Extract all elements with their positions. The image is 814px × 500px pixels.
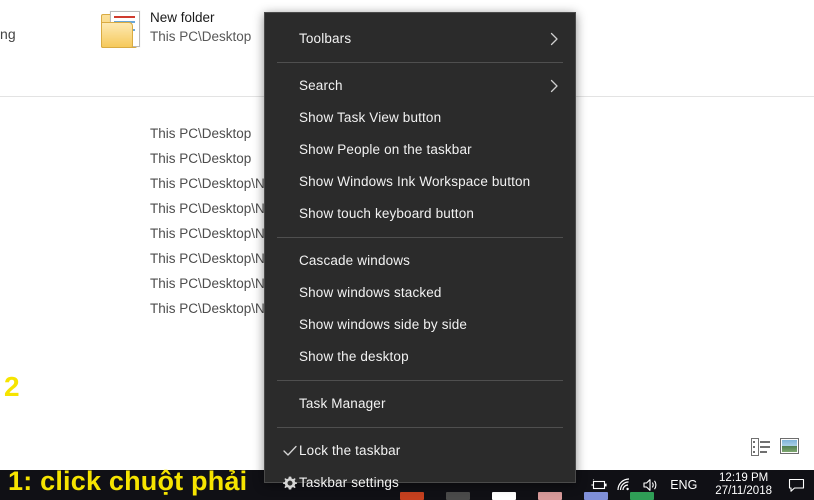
result-path-row[interactable]: This PC\Desktop [150,121,279,146]
folder-item-path: This PC\Desktop [150,29,252,44]
result-path-row[interactable]: This PC\Desktop\Nev [150,221,279,246]
clock[interactable]: 12:19 PM 27/11/2018 [705,472,782,498]
menu-item-search[interactable]: Search [265,70,575,102]
check-icon [280,435,300,467]
menu-item-label: Show Task View button [299,110,442,125]
menu-item-taskbar-settings[interactable]: Taskbar settings [265,467,575,499]
result-path-row[interactable]: This PC\Desktop\Nev [150,296,279,321]
result-path-list: This PC\Desktop This PC\Desktop This PC\De… [150,121,279,321]
menu-item-label: Lock the taskbar [299,443,401,458]
notification-icon[interactable] [782,470,810,500]
menu-separator [277,62,563,63]
menu-item-task-manager[interactable]: Task Manager [265,388,575,420]
menu-item-label: Show touch keyboard button [299,206,475,221]
annotation-step-2: 2 [4,371,20,402]
menu-item-show-windows-side-by-side[interactable]: Show windows side by side [265,309,575,341]
menu-item-label: Show Windows Ink Workspace button [299,174,531,189]
result-path-row[interactable]: This PC\Desktop\Nev [150,171,279,196]
menu-item-show-people-on-the-taskbar[interactable]: Show People on the taskbar [265,134,575,166]
menu-item-label: Task Manager [299,396,386,411]
folder-item-name: New folder [150,10,215,25]
language-indicator[interactable]: ENG [664,478,705,492]
menu-item-label: Show People on the taskbar [299,142,472,157]
folder-icon [100,8,142,48]
menu-item-show-task-view-button[interactable]: Show Task View button [265,102,575,134]
result-path-row[interactable]: This PC\Desktop\Nev [150,271,279,296]
menu-item-label: Show windows side by side [299,317,468,332]
menu-item-show-windows-ink-workspace-button[interactable]: Show Windows Ink Workspace button [265,166,575,198]
menu-item-cascade-windows[interactable]: Cascade windows [265,245,575,277]
result-path-row[interactable]: This PC\Desktop\Nev [150,196,279,221]
system-tray: ENG 12:19 PM 27/11/2018 [586,470,810,500]
clock-date: 27/11/2018 [715,485,772,497]
menu-item-label: Toolbars [299,31,352,46]
menu-item-show-the-desktop[interactable]: Show the desktop [265,341,575,373]
large-icons-view-icon[interactable] [780,437,800,455]
menu-item-label: Taskbar settings [299,475,399,490]
menu-item-label: Show windows stacked [299,285,442,300]
menu-item-label: Show the desktop [299,349,409,364]
menu-item-label: Cascade windows [299,253,411,268]
menu-item-show-touch-keyboard-button[interactable]: Show touch keyboard button [265,198,575,230]
menu-item-label: Search [299,78,343,93]
menu-item-toolbars[interactable]: Toolbars [265,23,575,55]
clock-time: 12:19 PM [719,472,769,484]
battery-icon[interactable] [586,470,612,500]
details-view-icon[interactable] [751,437,771,456]
annotation-step-1: 1: click chuột phải [8,466,248,496]
menu-separator [277,380,563,381]
menu-item-lock-the-taskbar[interactable]: Lock the taskbar [265,435,575,467]
menu-separator [277,237,563,238]
taskbar-context-menu[interactable]: Toolbars Search Show Task View button Show … [264,12,576,490]
menu-separator [277,427,563,428]
folder-result-item[interactable]: New folder This PC\Desktop [100,8,251,48]
chevron-right-icon [550,23,559,55]
result-path-row[interactable]: This PC\Desktop\Nev [150,246,279,271]
menu-item-show-windows-stacked[interactable]: Show windows stacked [265,277,575,309]
clipped-left-text: ng [0,26,16,42]
result-path-row[interactable]: This PC\Desktop [150,146,279,171]
explorer-view-buttons [751,437,800,456]
chevron-right-icon [550,70,559,102]
gear-icon [280,467,300,499]
wifi-icon[interactable] [612,470,638,500]
speaker-icon[interactable] [638,470,664,500]
